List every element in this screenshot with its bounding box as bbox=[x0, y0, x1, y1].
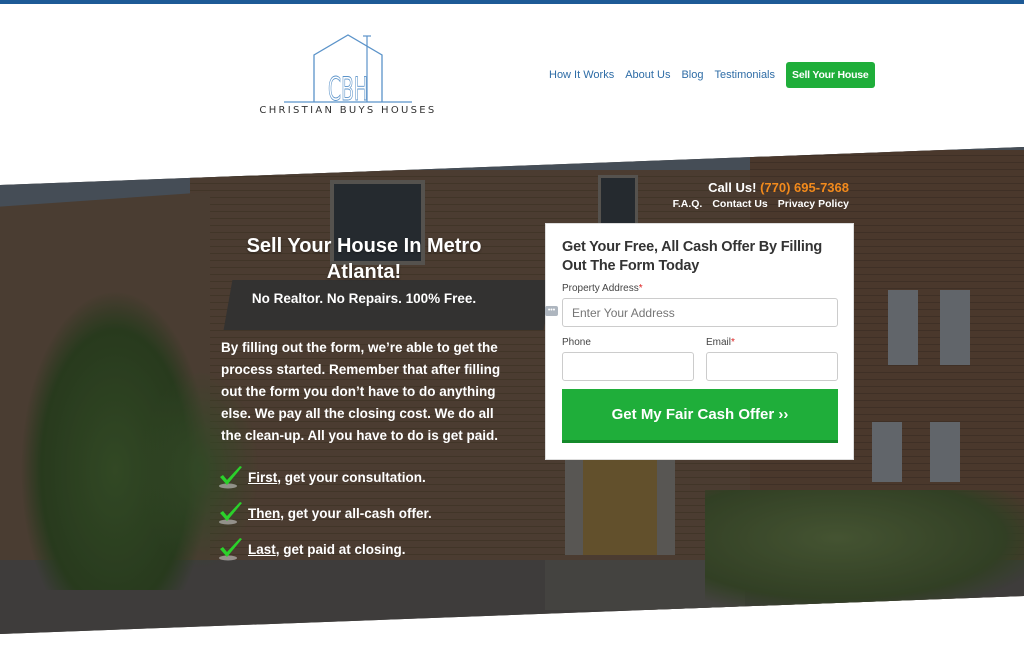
hero-copy: Sell Your House In Metro Atlanta! No Rea… bbox=[218, 233, 510, 567]
checkmark-icon bbox=[219, 502, 242, 525]
sell-your-house-button[interactable]: Sell Your House bbox=[786, 62, 875, 88]
faq-link[interactable]: F.A.Q. bbox=[673, 198, 703, 210]
hero-subtitle: No Realtor. No Repairs. 100% Free. bbox=[251, 291, 477, 306]
step-text: , get your all-cash offer. bbox=[280, 505, 432, 521]
step-item: First, get your consultation. bbox=[218, 459, 510, 495]
top-accent-bar bbox=[0, 0, 1024, 4]
hero-title: Sell Your House In Metro Atlanta! bbox=[246, 235, 482, 283]
hero-section bbox=[0, 147, 1024, 634]
required-mark: * bbox=[731, 337, 735, 348]
checkmark-icon bbox=[219, 466, 242, 489]
email-label: Email* bbox=[706, 337, 735, 348]
step-text: , get paid at closing. bbox=[275, 541, 406, 557]
nav-testimonials[interactable]: Testimonials bbox=[714, 62, 775, 88]
nav-how-it-works[interactable]: How It Works bbox=[549, 62, 614, 88]
phone-link[interactable]: (770) 695-7368 bbox=[760, 180, 849, 195]
logo[interactable]: CBH CHRISTIAN BUYS HOUSES bbox=[258, 30, 438, 120]
main-nav: How It Works About Us Blog Testimonials … bbox=[549, 62, 875, 88]
house-logo-icon: CBH bbox=[284, 34, 412, 105]
privacy-policy-link[interactable]: Privacy Policy bbox=[778, 198, 849, 210]
cash-offer-form: Get Your Free, All Cash Offer By Filling… bbox=[545, 223, 854, 460]
step-item: Last, get paid at closing. bbox=[218, 531, 510, 567]
required-mark: * bbox=[638, 283, 643, 294]
get-cash-offer-button[interactable]: Get My Fair Cash Offer ›› bbox=[562, 389, 838, 443]
checkmark-icon bbox=[219, 538, 242, 561]
steps-list: First, get your consultation. Then, get … bbox=[218, 459, 510, 567]
call-us-label: Call Us! bbox=[708, 180, 757, 195]
phone-input[interactable] bbox=[562, 352, 694, 381]
email-input[interactable] bbox=[706, 352, 838, 381]
phone-label: Phone bbox=[562, 337, 591, 348]
autofill-icon[interactable]: ••• bbox=[545, 306, 558, 316]
address-label: Property Address* bbox=[562, 283, 643, 294]
nav-blog[interactable]: Blog bbox=[681, 62, 703, 88]
step-keyword: Then bbox=[248, 505, 281, 521]
step-text: , get your consultation. bbox=[277, 469, 426, 485]
logo-text: CHRISTIAN BUYS HOUSES bbox=[259, 105, 437, 116]
property-address-input[interactable] bbox=[562, 298, 838, 327]
hero-body: By filling out the form, we’re able to g… bbox=[221, 340, 501, 443]
step-keyword: First bbox=[248, 469, 278, 485]
call-us: Call Us! (770) 695-7368 bbox=[708, 180, 849, 195]
step-keyword: Last bbox=[248, 541, 276, 557]
step-item: Then, get your all-cash offer. bbox=[218, 495, 510, 531]
secondary-links: F.A.Q. Contact Us Privacy Policy bbox=[673, 198, 849, 210]
logo-monogram: CBH bbox=[328, 70, 368, 105]
contact-us-link[interactable]: Contact Us bbox=[712, 198, 767, 210]
form-title: Get Your Free, All Cash Offer By Filling… bbox=[562, 239, 823, 274]
nav-about-us[interactable]: About Us bbox=[625, 62, 670, 88]
